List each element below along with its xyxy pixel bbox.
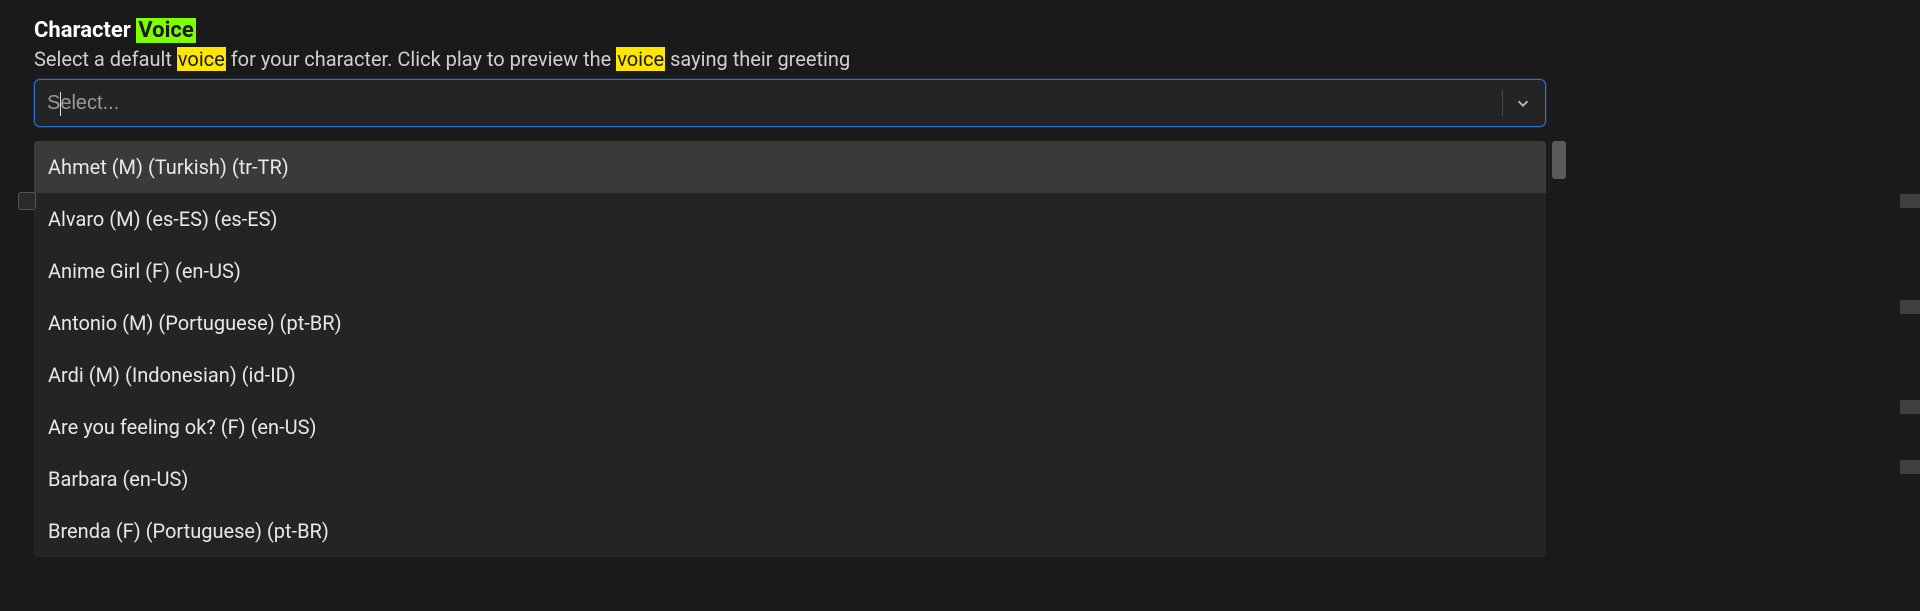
voice-option[interactable]: Anime Girl (F) (en-US) bbox=[34, 245, 1546, 297]
scrollbar-track[interactable] bbox=[1552, 141, 1566, 611]
voice-option[interactable]: Alvaro (M) (es-ES) (es-ES) bbox=[34, 193, 1546, 245]
section-title: Character Voice bbox=[34, 18, 1890, 43]
voice-option[interactable]: Ardi (M) (Indonesian) (id-ID) bbox=[34, 349, 1546, 401]
find-result-markers bbox=[1900, 0, 1920, 611]
desc-highlight-1: voice bbox=[177, 47, 226, 71]
voice-select-input[interactable] bbox=[47, 80, 1496, 126]
voice-select-control[interactable] bbox=[34, 79, 1546, 127]
voice-select[interactable]: Ahmet (M) (Turkish) (tr-TR)Alvaro (M) (e… bbox=[34, 79, 1546, 557]
find-marker[interactable] bbox=[1900, 460, 1920, 474]
find-marker[interactable] bbox=[1900, 400, 1920, 414]
desc-part3: saying their greeting bbox=[665, 47, 850, 71]
text-caret bbox=[60, 92, 61, 116]
select-separator bbox=[1502, 90, 1503, 116]
desc-part2: for your character. Click play to previe… bbox=[226, 47, 616, 71]
voice-option[interactable]: Brenda (F) (Portuguese) (pt-BR) bbox=[34, 505, 1546, 557]
desc-part1: Select a default bbox=[34, 47, 177, 71]
voice-option[interactable]: Are you feeling ok? (F) (en-US) bbox=[34, 401, 1546, 453]
desc-highlight-2: voice bbox=[616, 47, 665, 71]
chevron-down-icon[interactable] bbox=[1513, 93, 1533, 113]
voice-option[interactable]: Antonio (M) (Portuguese) (pt-BR) bbox=[34, 297, 1546, 349]
voice-option[interactable]: Barbara (en-US) bbox=[34, 453, 1546, 505]
section-description: Select a default voice for your characte… bbox=[34, 47, 1890, 71]
title-prefix: Character bbox=[34, 18, 136, 43]
find-marker[interactable] bbox=[1900, 194, 1920, 208]
background-checkbox[interactable] bbox=[18, 192, 36, 210]
voice-options-menu: Ahmet (M) (Turkish) (tr-TR)Alvaro (M) (e… bbox=[34, 141, 1546, 557]
scrollbar-thumb[interactable] bbox=[1552, 141, 1566, 179]
find-marker[interactable] bbox=[1900, 300, 1920, 314]
title-highlight: Voice bbox=[136, 18, 195, 43]
voice-option[interactable]: Ahmet (M) (Turkish) (tr-TR) bbox=[34, 141, 1546, 193]
